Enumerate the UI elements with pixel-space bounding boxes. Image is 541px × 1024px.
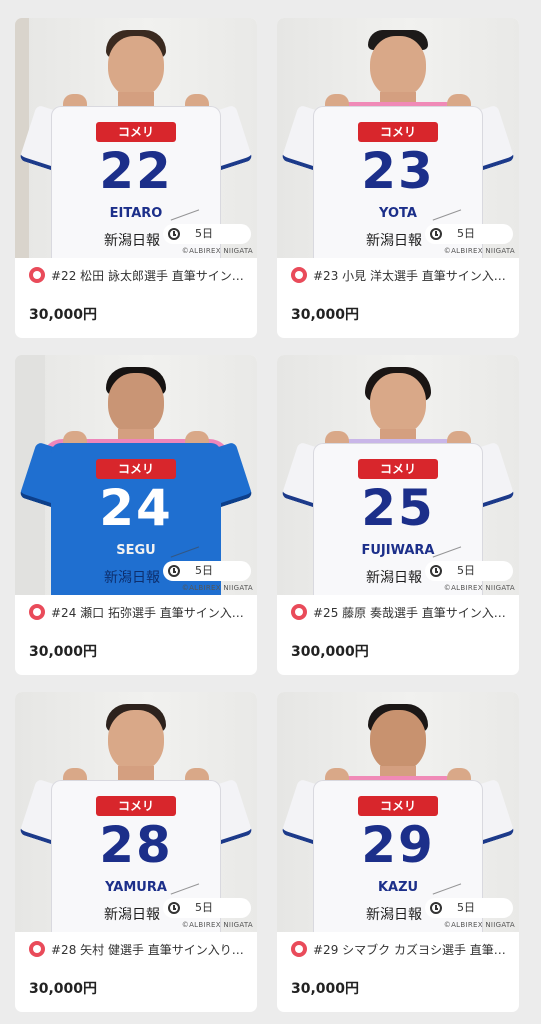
clock-icon (430, 228, 442, 240)
jersey-sponsor: コメリ (358, 796, 438, 816)
jersey-number: 28 (99, 816, 173, 874)
jersey-name: YAMURA (105, 880, 167, 895)
copyright: ©ALBIREX NIIGATA (181, 921, 253, 929)
jersey-name: YOTA (379, 206, 417, 221)
clock-icon (430, 565, 442, 577)
jersey-number: 24 (99, 479, 173, 537)
badge-icon (291, 267, 307, 283)
badge-icon (29, 267, 45, 283)
jersey-sponsor: コメリ (358, 459, 438, 479)
player-face (370, 36, 426, 98)
jersey-number: 29 (361, 816, 435, 874)
jersey-number: 22 (99, 142, 173, 200)
player-photo: コメリ 25 FUJIWARA 新潟日報 (277, 355, 519, 595)
clock-icon (168, 902, 180, 914)
player-face (108, 373, 164, 435)
jersey-paper-sponsor: 新潟日報 (104, 233, 160, 249)
time-left-text: 5日 (195, 901, 213, 914)
jersey-paper-sponsor: 新潟日報 (104, 907, 160, 923)
time-left-badge: 5日 (163, 898, 251, 918)
jersey-name: EITARO (109, 206, 163, 221)
product-photo[interactable]: コメリ 24 SEGU 新潟日報 5日 ©ALBIREX NIIGATA (15, 355, 257, 595)
jersey-paper-sponsor: 新潟日報 (366, 907, 422, 923)
product-price: 30,000円 (291, 307, 360, 323)
copyright: ©ALBIREX NIIGATA (181, 584, 253, 592)
product-price: 30,000円 (291, 981, 360, 997)
jersey-number: 25 (361, 479, 435, 537)
jersey-paper-sponsor: 新潟日報 (366, 233, 422, 249)
copyright: ©ALBIREX NIIGATA (181, 247, 253, 255)
product-photo[interactable]: コメリ 25 FUJIWARA 新潟日報 5日 ©ALBIREX NIIGATA (277, 355, 519, 595)
product-title[interactable]: #24 瀬口 拓弥選手 直筆サイン入… (51, 604, 247, 621)
product-title[interactable]: #25 藤原 奏哉選手 直筆サイン入… (313, 604, 509, 621)
product-title[interactable]: #22 松田 詠太郎選手 直筆サイン入… (51, 267, 247, 284)
copyright: ©ALBIREX NIIGATA (443, 584, 515, 592)
player-neck (118, 92, 154, 106)
badge-icon (291, 941, 307, 957)
jersey-sponsor: コメリ (358, 122, 438, 142)
player-face (108, 36, 164, 98)
product-photo[interactable]: コメリ 29 KAZU 新潟日報 5日 ©ALBIREX NIIGATA (277, 692, 519, 932)
product-price: 30,000円 (29, 981, 98, 997)
product-photo[interactable]: コメリ 28 YAMURA 新潟日報 5日 ©ALBIREX NIIGATA (15, 692, 257, 932)
product-photo[interactable]: コメリ 23 YOTA 新潟日報 5日 ©ALBIREX NIIGATA (277, 18, 519, 258)
product-price: 300,000円 (291, 644, 369, 660)
badge-icon (291, 604, 307, 620)
time-left-text: 5日 (457, 564, 475, 577)
copyright: ©ALBIREX NIIGATA (443, 921, 515, 929)
player-photo: コメリ 24 SEGU 新潟日報 (15, 355, 257, 595)
jersey-paper-sponsor: 新潟日報 (104, 570, 160, 586)
copyright: ©ALBIREX NIIGATA (443, 247, 515, 255)
jersey-sponsor: コメリ (96, 796, 176, 816)
jersey-number: 23 (361, 142, 435, 200)
player-photo: コメリ 23 YOTA 新潟日報 (277, 18, 519, 258)
time-left-text: 5日 (457, 901, 475, 914)
time-left-badge: 5日 (425, 224, 513, 244)
time-left-text: 5日 (195, 564, 213, 577)
product-card[interactable]: コメリ 25 FUJIWARA 新潟日報 5日 ©ALBIREX NIIGATA… (277, 355, 519, 675)
time-left-text: 5日 (457, 227, 475, 240)
product-title[interactable]: #29 シマブク カズヨシ選手 直筆… (313, 941, 509, 958)
jersey-sponsor: コメリ (96, 122, 176, 142)
player-photo: コメリ 29 KAZU 新潟日報 (277, 692, 519, 932)
time-left-badge: 5日 (163, 561, 251, 581)
badge-icon (29, 604, 45, 620)
player-face (370, 373, 426, 435)
product-title[interactable]: #28 矢村 健選手 直筆サイン入り… (51, 941, 247, 958)
product-photo[interactable]: コメリ 22 EITARO 新潟日報 5日 ©ALBIREX NIIGATA (15, 18, 257, 258)
jersey-name: FUJIWARA (361, 543, 435, 558)
product-title[interactable]: #23 小見 洋太選手 直筆サイン入… (313, 267, 509, 284)
jersey-sponsor: コメリ (96, 459, 176, 479)
product-card[interactable]: コメリ 29 KAZU 新潟日報 5日 ©ALBIREX NIIGATA #29… (277, 692, 519, 1012)
product-price: 30,000円 (29, 307, 98, 323)
product-card[interactable]: コメリ 23 YOTA 新潟日報 5日 ©ALBIREX NIIGATA #23… (277, 18, 519, 338)
time-left-badge: 5日 (425, 898, 513, 918)
time-left-text: 5日 (195, 227, 213, 240)
product-card[interactable]: コメリ 24 SEGU 新潟日報 5日 ©ALBIREX NIIGATA #24… (15, 355, 257, 675)
jersey-name: SEGU (116, 543, 156, 558)
product-card[interactable]: コメリ 28 YAMURA 新潟日報 5日 ©ALBIREX NIIGATA #… (15, 692, 257, 1012)
player-neck (118, 766, 154, 780)
player-face (370, 710, 426, 772)
product-card[interactable]: コメリ 22 EITARO 新潟日報 5日 ©ALBIREX NIIGATA #… (15, 18, 257, 338)
clock-icon (430, 902, 442, 914)
player-face (108, 710, 164, 772)
clock-icon (168, 565, 180, 577)
time-left-badge: 5日 (163, 224, 251, 244)
player-photo: コメリ 28 YAMURA 新潟日報 (15, 692, 257, 932)
badge-icon (29, 941, 45, 957)
time-left-badge: 5日 (425, 561, 513, 581)
product-price: 30,000円 (29, 644, 98, 660)
jersey-paper-sponsor: 新潟日報 (366, 570, 422, 586)
player-photo: コメリ 22 EITARO 新潟日報 (15, 18, 257, 258)
jersey-name: KAZU (377, 880, 419, 895)
clock-icon (168, 228, 180, 240)
